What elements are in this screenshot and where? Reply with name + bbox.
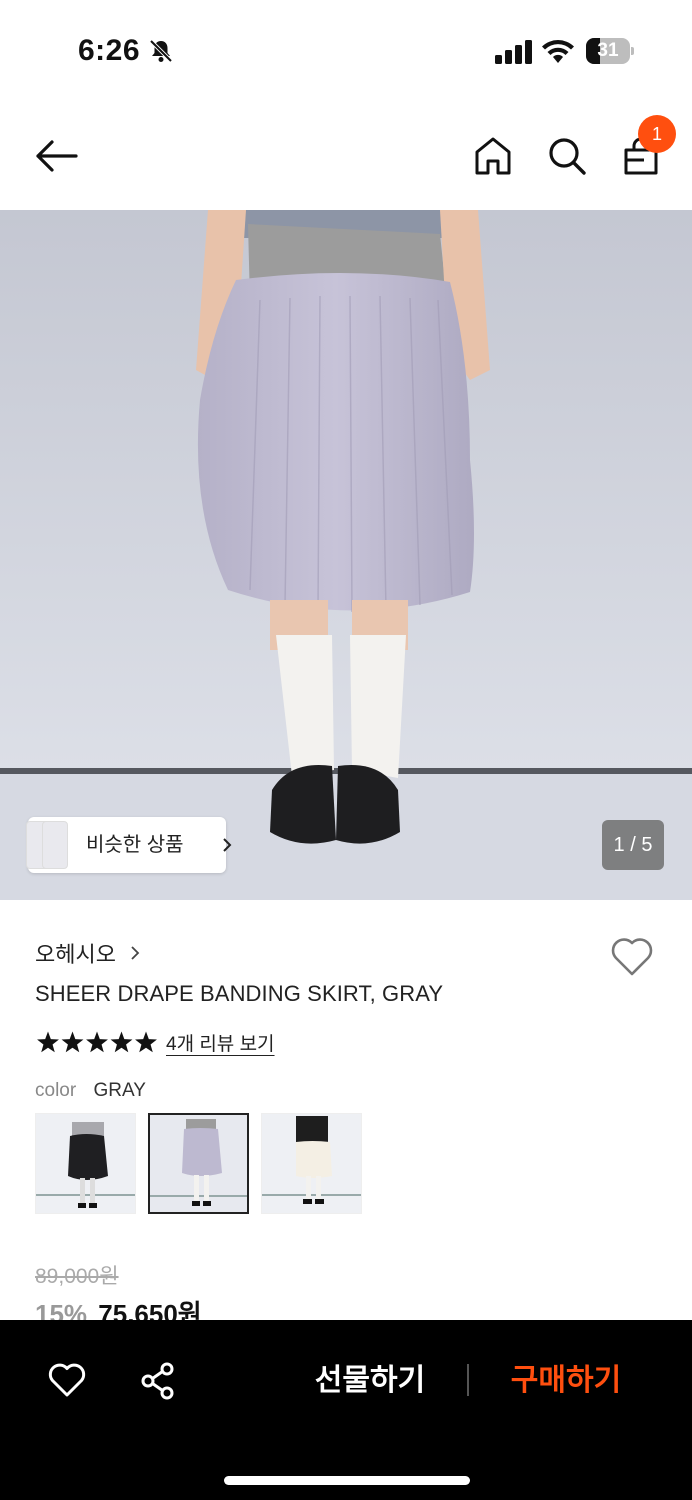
signal-icon [495,40,532,64]
chevron-right-icon [223,838,232,852]
home-indicator [224,1476,470,1485]
buy-button[interactable]: 구매하기 [496,1356,636,1406]
color-value: GRAY [93,1080,146,1101]
original-price: 89,000원 [35,1265,119,1288]
color-label: color [35,1080,77,1101]
product-photo [0,210,692,900]
similar-products-label: 비슷한 상품 [86,834,184,856]
home-icon[interactable] [474,136,512,176]
gift-button[interactable]: 선물하기 [300,1356,440,1406]
rating-stars [37,1031,157,1053]
color-swatch-black[interactable] [35,1113,136,1214]
image-page-counter: 1 / 5 [602,820,664,870]
product-image[interactable] [0,210,692,900]
bell-slash-icon [149,39,173,63]
swatch-thumb [262,1114,361,1213]
product-title: SHEER DRAPE BANDING SKIRT, GRAY [35,981,444,1006]
battery-level: 31 [597,40,619,61]
color-swatch-gray[interactable] [148,1113,249,1214]
bottom-action-bar: 선물하기 구매하기 [0,1320,692,1500]
chevron-right-icon[interactable] [130,945,140,961]
similar-products-button[interactable]: 비슷한 상품 [26,817,232,873]
back-arrow-icon[interactable] [34,138,78,174]
cart-count-badge: 1 [638,115,676,153]
top-nav: 1 [0,108,692,208]
star-icon [37,1031,59,1053]
star-icon [86,1031,108,1053]
star-icon [61,1031,84,1053]
status-bar: 6:26 31 [0,0,692,100]
swatch-thumb [150,1115,247,1212]
brand-link[interactable]: 오헤시오 [35,937,116,969]
review-link[interactable]: 4개 리뷰 보기 [166,1029,275,1056]
share-icon[interactable] [140,1362,176,1400]
star-icon [135,1031,157,1053]
color-row: color GRAY [35,1080,146,1102]
divider [467,1364,469,1396]
similar-thumb [42,821,68,869]
status-time: 6:26 [78,34,141,67]
search-icon[interactable] [547,136,587,176]
battery-icon: 31 [586,38,634,64]
wifi-icon [542,40,574,63]
heart-icon[interactable] [48,1362,86,1398]
wishlist-heart-icon[interactable] [610,937,654,977]
swatch-thumb [36,1114,135,1213]
star-icon [110,1031,133,1053]
color-swatch-ivory[interactable] [261,1113,362,1214]
